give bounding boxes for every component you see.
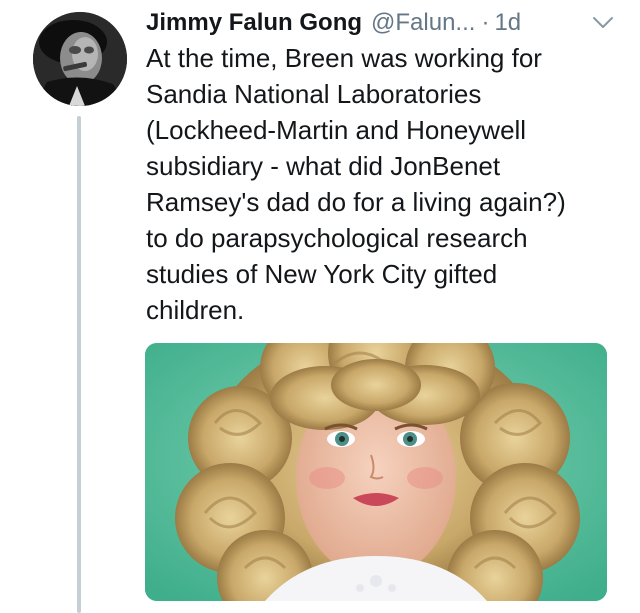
avatar[interactable]	[33, 12, 127, 106]
separator-dot: ·	[481, 9, 490, 36]
avatar-image	[33, 12, 127, 106]
author-handle[interactable]: @Falun...	[371, 6, 475, 40]
tweet-header: Jimmy Falun Gong @Falun... · 1d	[146, 6, 614, 40]
chevron-down-icon[interactable]	[592, 16, 614, 30]
timestamp[interactable]: 1d	[494, 6, 521, 40]
tweet-media[interactable]	[145, 343, 607, 601]
author-name[interactable]: Jimmy Falun Gong	[146, 6, 362, 40]
thread-line	[77, 116, 81, 613]
media-image	[145, 343, 607, 601]
tweet-text: At the time, Breen was working for Sandi…	[146, 43, 566, 325]
